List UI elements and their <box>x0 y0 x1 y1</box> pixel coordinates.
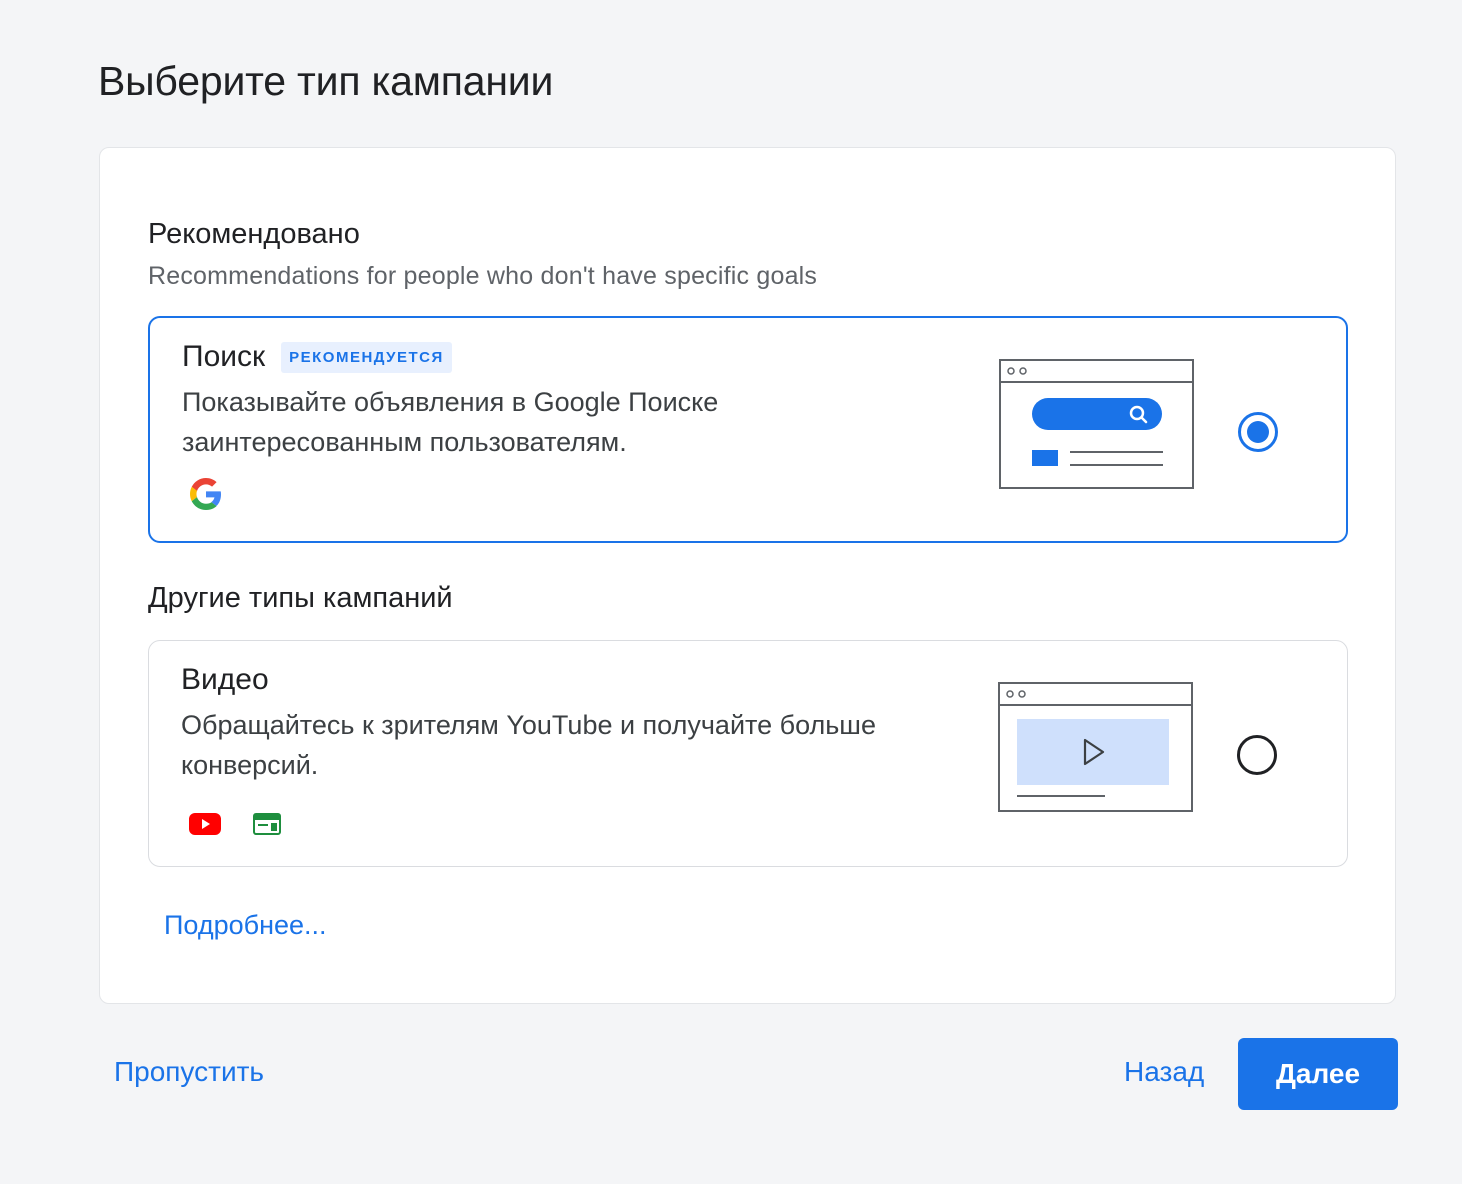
option-icons <box>189 813 281 840</box>
recommended-section-subtitle: Recommendations for people who don't hav… <box>148 262 818 290</box>
next-button[interactable]: Далее <box>1238 1038 1398 1110</box>
recommended-section-title: Рекомендовано <box>148 218 360 250</box>
option-description: Обращайтесь к зрителям YouTube и получай… <box>181 710 876 780</box>
recommended-badge: РЕКОМЕНДУЕТСЯ <box>281 341 452 373</box>
page-title: Выберите тип кампании <box>98 58 554 104</box>
search-illustration <box>998 356 1198 495</box>
option-name: Видео <box>181 663 269 696</box>
skip-link[interactable]: Пропустить <box>114 1056 264 1088</box>
other-section-title: Другие типы кампаний <box>148 582 453 614</box>
video-illustration <box>997 679 1197 818</box>
display-network-icon <box>253 813 281 840</box>
video-radio[interactable] <box>1237 735 1277 775</box>
option-header: Видео <box>181 663 269 697</box>
learn-more-link[interactable]: Подробнее... <box>164 910 327 941</box>
option-description: Показывайте объявления в Google Поиске з… <box>182 387 719 457</box>
google-g-icon <box>190 478 222 515</box>
campaign-option-video[interactable]: Видео Обращайтесь к зрителям YouTube и п… <box>148 640 1348 867</box>
search-radio[interactable] <box>1238 412 1278 452</box>
option-header: Поиск РЕКОМЕНДУЕТСЯ <box>182 340 452 374</box>
option-icons <box>190 478 222 515</box>
option-name: Поиск <box>182 340 266 373</box>
back-link[interactable]: Назад <box>1124 1056 1204 1088</box>
campaign-type-page: Выберите тип кампании Рекомендовано Reco… <box>0 0 1462 1184</box>
youtube-icon <box>189 813 221 840</box>
campaign-option-search[interactable]: Поиск РЕКОМЕНДУЕТСЯ Показывайте объявлен… <box>148 316 1348 543</box>
